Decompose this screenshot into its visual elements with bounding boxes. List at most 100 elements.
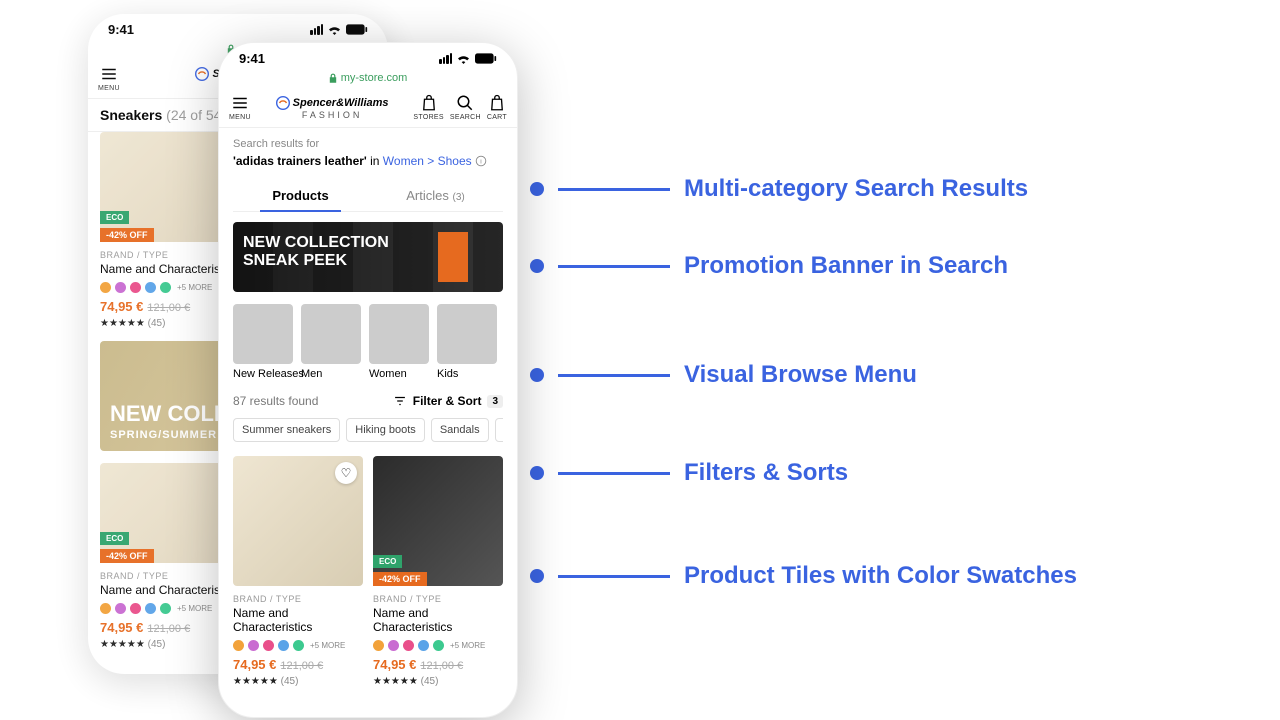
product-tile[interactable]: ♡ BRAND / TYPE Name and Characteristics … bbox=[233, 456, 363, 687]
product-brand: BRAND / TYPE bbox=[233, 594, 363, 604]
tab-products-label: Products bbox=[272, 188, 328, 203]
search-label: SEARCH bbox=[450, 114, 481, 121]
url-text: my-store.com bbox=[341, 72, 408, 84]
browse-thumb bbox=[369, 304, 429, 364]
color-swatch[interactable] bbox=[160, 282, 171, 293]
eco-badge: ECO bbox=[100, 532, 129, 545]
filter-chip[interactable]: Running bbox=[495, 418, 503, 442]
browse-item[interactable]: Kids bbox=[437, 304, 497, 380]
brand[interactable]: Spencer&Williams FASHION bbox=[257, 96, 408, 120]
color-swatch[interactable] bbox=[418, 640, 429, 651]
color-swatch[interactable] bbox=[130, 282, 141, 293]
battery-icon bbox=[346, 24, 368, 35]
search-button[interactable]: SEARCH bbox=[450, 94, 481, 121]
filter-chip[interactable]: Hiking boots bbox=[346, 418, 425, 442]
product-name: Name and Characteristics bbox=[233, 606, 363, 634]
browse-item[interactable]: Women bbox=[369, 304, 429, 380]
wifi-icon bbox=[456, 53, 471, 64]
eco-badge: ECO bbox=[100, 211, 129, 224]
browse-label: Women bbox=[369, 368, 429, 380]
review-count: (45) bbox=[281, 676, 299, 687]
promo-text: NEW COLLECTION SNEAK PEEK bbox=[243, 234, 389, 271]
more-colors[interactable]: +5 MORE bbox=[177, 604, 212, 613]
signal-icon bbox=[310, 24, 323, 35]
discount-badge: -42% OFF bbox=[373, 572, 427, 586]
more-colors[interactable]: +5 MORE bbox=[450, 641, 485, 650]
review-count: (45) bbox=[148, 639, 166, 650]
tab-articles-count: (3) bbox=[453, 192, 465, 203]
more-colors[interactable]: +5 MORE bbox=[177, 283, 212, 292]
color-swatch[interactable] bbox=[248, 640, 259, 651]
color-swatch[interactable] bbox=[373, 640, 384, 651]
callout-line bbox=[558, 472, 670, 475]
favorite-button[interactable]: ♡ bbox=[335, 462, 357, 484]
menu-button[interactable]: MENU bbox=[229, 94, 251, 121]
search-icon bbox=[456, 94, 474, 112]
product-name: Name and Characteristics bbox=[373, 606, 503, 634]
color-swatch[interactable] bbox=[100, 603, 111, 614]
price: 74,95 € bbox=[100, 620, 143, 635]
color-swatch[interactable] bbox=[145, 603, 156, 614]
brand-logo: Spencer&Williams bbox=[276, 96, 389, 110]
callout: Product Tiles with Color Swatches bbox=[530, 562, 1077, 590]
browse-item[interactable]: New Releases bbox=[233, 304, 293, 380]
listing-title: Sneakers bbox=[100, 107, 162, 123]
color-swatch[interactable] bbox=[263, 640, 274, 651]
hamburger-icon bbox=[231, 94, 249, 112]
callout-dot-icon bbox=[530, 182, 544, 196]
old-price: 121,00 € bbox=[147, 302, 190, 314]
color-swatch[interactable] bbox=[403, 640, 414, 651]
phone-mockup-front: 9:41 my-store.com MENU Spencer&Williams … bbox=[218, 42, 518, 718]
color-swatch[interactable] bbox=[433, 640, 444, 651]
color-swatch[interactable] bbox=[130, 603, 141, 614]
tab-products[interactable]: Products bbox=[233, 180, 368, 211]
status-icons bbox=[439, 53, 497, 64]
stores-button[interactable]: STORES bbox=[413, 94, 443, 121]
browse-item[interactable]: Men bbox=[301, 304, 361, 380]
color-swatch[interactable] bbox=[160, 603, 171, 614]
color-swatch[interactable] bbox=[115, 603, 126, 614]
color-swatch[interactable] bbox=[388, 640, 399, 651]
promo-line2: SNEAK PEEK bbox=[243, 252, 389, 270]
logo-icon bbox=[195, 67, 209, 81]
product-image: ECO -42% OFF bbox=[373, 456, 503, 586]
review-count: (45) bbox=[148, 318, 166, 329]
rating: ★★★★★ (45) bbox=[233, 676, 363, 687]
color-swatches[interactable]: +5 MORE bbox=[373, 640, 503, 651]
filter-chips: Summer sneakersHiking bootsSandals Runnin… bbox=[233, 418, 503, 442]
callout: Multi-category Search Results bbox=[530, 175, 1028, 203]
filter-icon bbox=[393, 394, 407, 408]
callout-label: Filters & Sorts bbox=[684, 459, 848, 487]
filter-chip[interactable]: Sandals bbox=[431, 418, 489, 442]
tab-articles[interactable]: Articles (3) bbox=[368, 180, 503, 211]
search-category-path[interactable]: Women > Shoes bbox=[383, 154, 472, 168]
filter-sort-button[interactable]: Filter & Sort 3 bbox=[393, 394, 503, 408]
info-icon[interactable]: i bbox=[475, 155, 487, 167]
color-swatches[interactable]: +5 MORE bbox=[233, 640, 363, 651]
review-count: (45) bbox=[421, 676, 439, 687]
callout: Promotion Banner in Search bbox=[530, 252, 1008, 280]
color-swatch[interactable] bbox=[115, 282, 126, 293]
cart-button[interactable]: CART bbox=[487, 94, 507, 121]
more-colors[interactable]: +5 MORE bbox=[310, 641, 345, 650]
bag-icon bbox=[488, 94, 506, 112]
color-swatch[interactable] bbox=[278, 640, 289, 651]
filter-chip[interactable]: Summer sneakers bbox=[233, 418, 340, 442]
url-bar[interactable]: my-store.com bbox=[219, 70, 517, 90]
browse-thumb bbox=[301, 304, 361, 364]
results-count: 87 results found bbox=[233, 394, 318, 408]
search-promo-banner[interactable]: NEW COLLECTION SNEAK PEEK bbox=[233, 222, 503, 292]
old-price: 121,00 € bbox=[280, 660, 323, 672]
search-query: 'adidas trainers leather' bbox=[233, 154, 367, 168]
rating: ★★★★★ (45) bbox=[373, 676, 503, 687]
old-price: 121,00 € bbox=[420, 660, 463, 672]
filter-count-badge: 3 bbox=[487, 395, 503, 408]
color-swatch[interactable] bbox=[100, 282, 111, 293]
menu-button[interactable]: MENU bbox=[98, 65, 120, 92]
color-swatch[interactable] bbox=[293, 640, 304, 651]
product-tile[interactable]: ECO -42% OFF BRAND / TYPE Name and Chara… bbox=[373, 456, 503, 687]
color-swatch[interactable] bbox=[145, 282, 156, 293]
signal-icon bbox=[439, 53, 452, 64]
color-swatch[interactable] bbox=[233, 640, 244, 651]
price: 74,95 € bbox=[233, 657, 276, 672]
